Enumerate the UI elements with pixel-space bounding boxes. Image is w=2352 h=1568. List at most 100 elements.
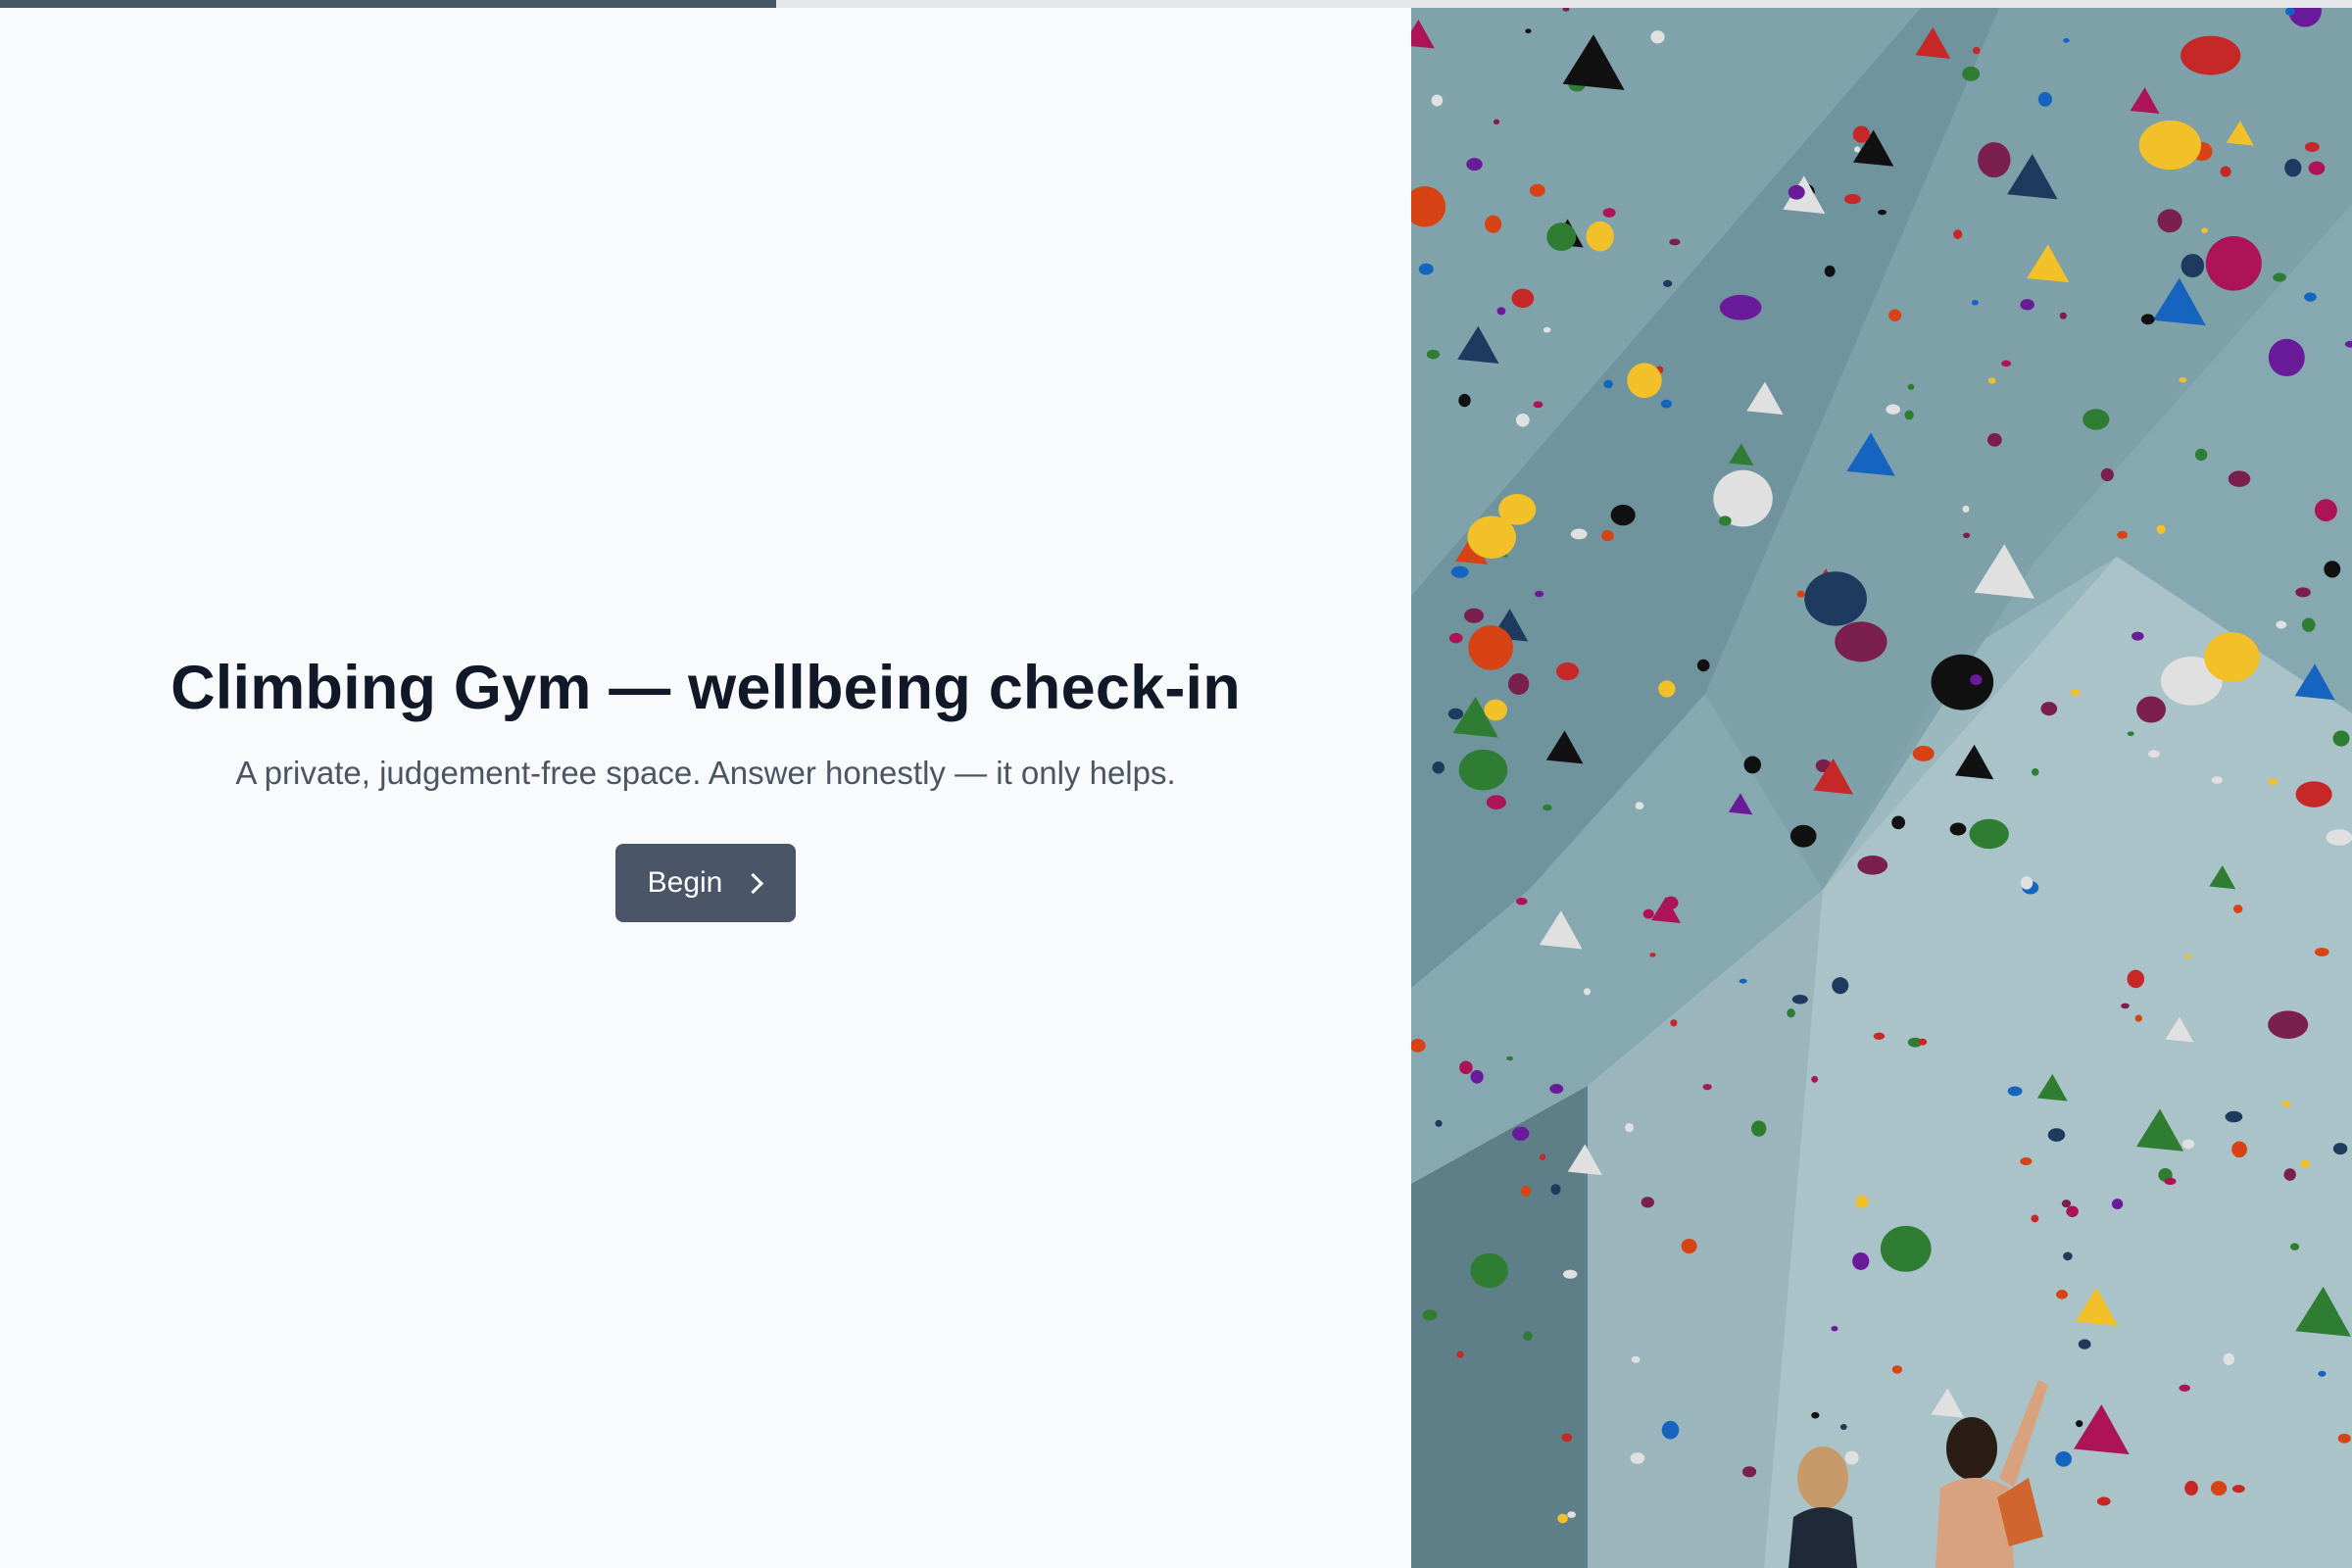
climbing-hold <box>1523 1331 1533 1342</box>
climbing-hold <box>2148 750 2160 759</box>
climbing-hold <box>2031 1214 2039 1223</box>
climbing-hold <box>1949 822 1967 836</box>
climbing-hold <box>1661 1420 1680 1440</box>
climbing-hold <box>2268 338 2305 377</box>
climbing-hold <box>2121 1003 2130 1009</box>
climbing-hold <box>1751 1120 1767 1137</box>
climbing-hold <box>1719 294 1762 320</box>
climbing-hold <box>1631 1355 1641 1363</box>
climbing-hold <box>1743 756 1762 774</box>
climbing-hold <box>1953 229 1963 240</box>
climbing-hold <box>1520 1185 1531 1197</box>
climbing-hold <box>2100 467 2114 482</box>
climbing-hold <box>2117 530 2129 539</box>
climbing-hold <box>2127 969 2145 989</box>
climbing-hold <box>1852 125 1870 143</box>
climbing-hold <box>1831 1325 1838 1332</box>
climbing-hold <box>1641 1197 1654 1208</box>
climbing-hold <box>2184 1480 2198 1496</box>
climbing-hold <box>2281 1101 2291 1107</box>
climbing-hold <box>1496 307 1506 316</box>
climbing-hold <box>1650 30 1665 44</box>
climbing-hold <box>2204 632 2260 683</box>
climbing-hold <box>1918 1038 1928 1046</box>
climbing-hold <box>1506 1055 1514 1061</box>
climbing-hold <box>2061 1200 2072 1208</box>
climbing-hold <box>1562 1269 1578 1279</box>
climbing-hold <box>2037 91 2053 107</box>
climbing-hold <box>1839 1423 1847 1431</box>
climbing-hold <box>2181 1139 2195 1150</box>
climbing-hold <box>1470 1252 1508 1289</box>
climbing-hold <box>1525 28 1532 34</box>
climbing-hold <box>1458 393 1471 408</box>
climbing-hold <box>1970 674 1983 686</box>
climbing-hold <box>1450 565 1469 578</box>
climbing-hold <box>1739 978 1747 984</box>
climbing-hold <box>2308 161 2326 175</box>
climbing-hold <box>1649 953 1656 957</box>
climbing-hold <box>2001 360 2012 368</box>
intro-content: Climbing Gym — wellbeing check-in A priv… <box>0 650 1411 922</box>
climbing-hold <box>1963 532 1971 539</box>
climbing-hold <box>2332 730 2350 747</box>
climbing-hold <box>1891 1365 1903 1374</box>
climbing-hold <box>1485 215 1502 233</box>
climbing-hold <box>2078 1339 2091 1349</box>
climbing-hold <box>1718 515 1732 526</box>
climbing-hold <box>2059 312 2067 319</box>
climbing-hold <box>1931 654 1994 710</box>
climbing-hold <box>2020 876 2034 890</box>
climbing-hold <box>1635 802 1644 810</box>
climbing-hold <box>1811 1075 1819 1083</box>
climbing-hold <box>1853 146 1861 153</box>
climbing-hold <box>1601 530 1614 542</box>
climbing-hold <box>1971 300 1979 306</box>
climbing-hold <box>1660 399 1672 409</box>
climbing-hold <box>1466 158 1483 172</box>
climbing-hold <box>2205 235 2262 291</box>
climbing-hold <box>2138 120 2202 171</box>
climbing-hold <box>2066 1205 2079 1217</box>
climbing-hold <box>1630 1452 1645 1464</box>
climbing-hold <box>2111 1199 2124 1210</box>
climbing-hold <box>1467 515 1516 559</box>
climbing-hold <box>2020 1157 2033 1166</box>
climbing-wall-illustration <box>1411 8 2352 1568</box>
climbing-hold <box>2225 1110 2243 1123</box>
climbing-hold <box>1873 1032 1886 1040</box>
climbing-hold <box>1969 818 2009 850</box>
climbing-hold <box>2295 781 2332 808</box>
climbing-hold <box>1515 414 1530 427</box>
climbing-hold <box>1550 1184 1561 1196</box>
climbing-hold <box>1486 795 1506 809</box>
climbing-hold <box>2289 1243 2300 1250</box>
climbing-hold <box>1516 897 1528 906</box>
climbing-hold <box>1456 1350 1464 1358</box>
climbing-hold <box>1891 815 1906 830</box>
climbing-hold <box>2231 1485 2245 1494</box>
climbing-hold <box>2179 376 2187 383</box>
climbing-hold <box>1888 309 1902 321</box>
climbing-hold <box>2201 227 2208 233</box>
climbing-hold <box>1583 988 1592 996</box>
climbing-hold <box>1658 680 1676 698</box>
climbing-hold <box>2283 1168 2296 1181</box>
climbing-hold <box>2194 448 2208 462</box>
climbing-hold <box>1880 1225 1932 1272</box>
climbing-hold <box>1796 590 1805 598</box>
climbing-hold <box>2332 1143 2348 1155</box>
climbing-hold <box>2063 1251 2073 1261</box>
climbing-hold <box>2132 631 2144 641</box>
climbing-hold <box>1878 209 1886 216</box>
climbing-hold <box>1832 977 1849 995</box>
climbing-hold <box>2314 948 2329 956</box>
climbing-hold <box>1459 1060 1473 1075</box>
begin-button[interactable]: Begin <box>614 844 797 922</box>
climbing-hold <box>1435 1119 1443 1127</box>
climbing-hold <box>1549 1084 1564 1095</box>
climbing-hold <box>2056 1290 2068 1299</box>
climbing-hold <box>1835 621 1887 662</box>
climbing-hold <box>1844 1450 1859 1465</box>
climbing-hold <box>1987 432 2002 447</box>
